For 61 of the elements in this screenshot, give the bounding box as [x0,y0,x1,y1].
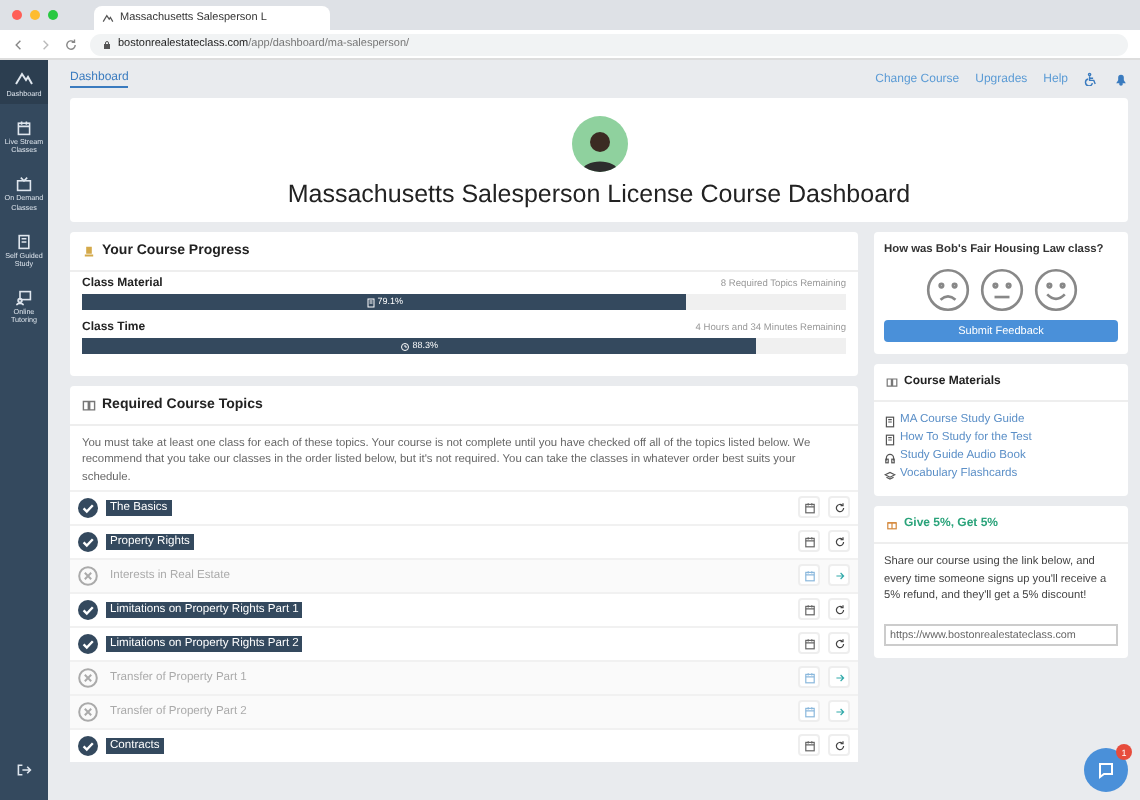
forward-icon [38,37,52,51]
window-close-icon[interactable] [12,10,22,20]
tutor-icon [16,289,32,306]
check-circle-icon [78,735,98,756]
x-circle-icon [78,565,98,586]
calendar-button[interactable] [798,598,820,621]
calendar-icon [803,637,815,650]
calendar-icon [803,739,815,752]
calendar-button[interactable] [798,734,820,757]
refresh-icon [833,535,845,548]
arrow-right-icon [833,705,845,718]
book-icon [365,297,376,307]
calendar-button[interactable] [798,496,820,519]
reload-icon [64,37,78,51]
lock-icon [102,39,112,49]
site-icon [102,12,114,24]
accessibility-icon [1084,72,1098,86]
calendar-icon [803,501,815,514]
check-circle-icon [78,633,98,654]
x-circle-icon [78,701,98,722]
calendar-icon [803,603,815,616]
tv-icon [16,176,32,193]
logout-icon [16,762,32,778]
calendar-icon [803,705,815,718]
x-circle-icon [78,667,98,688]
calendar-button[interactable] [798,632,820,655]
page-title: Massachusetts Salesperson License Course Dashboard [287,180,911,208]
redo-button[interactable] [828,530,850,553]
happy-face-icon [1033,268,1077,312]
arrow-right-icon [833,569,845,582]
sad-face-icon [925,268,969,312]
calendar-icon [16,120,32,137]
neutral-face-icon [979,268,1023,312]
refresh-icon [833,603,845,616]
check-circle-icon [78,531,98,552]
audio-icon [884,451,896,463]
book-icon [884,433,896,445]
calendar-icon [803,569,815,582]
redo-button[interactable] [828,496,850,519]
logo-icon [14,68,34,88]
refresh-icon [833,739,845,752]
arrow-right-icon [833,671,845,684]
refresh-icon [833,637,845,650]
calendar-icon [803,535,815,548]
back-icon [12,37,26,51]
book-icon [16,233,32,250]
calendar-icon [803,671,815,684]
redo-button[interactable] [828,734,850,757]
redo-button[interactable] [828,632,850,655]
book-icon [886,376,898,388]
clock-icon [400,341,411,351]
refresh-icon [833,501,845,514]
open-book-icon [82,398,96,412]
book-icon [884,415,896,427]
calendar-button[interactable] [798,530,820,553]
avatar [571,116,627,172]
bell-icon [1114,72,1128,86]
redo-button[interactable] [828,598,850,621]
chat-icon [1096,760,1116,780]
check-circle-icon [78,599,98,620]
check-circle-icon [78,497,98,518]
